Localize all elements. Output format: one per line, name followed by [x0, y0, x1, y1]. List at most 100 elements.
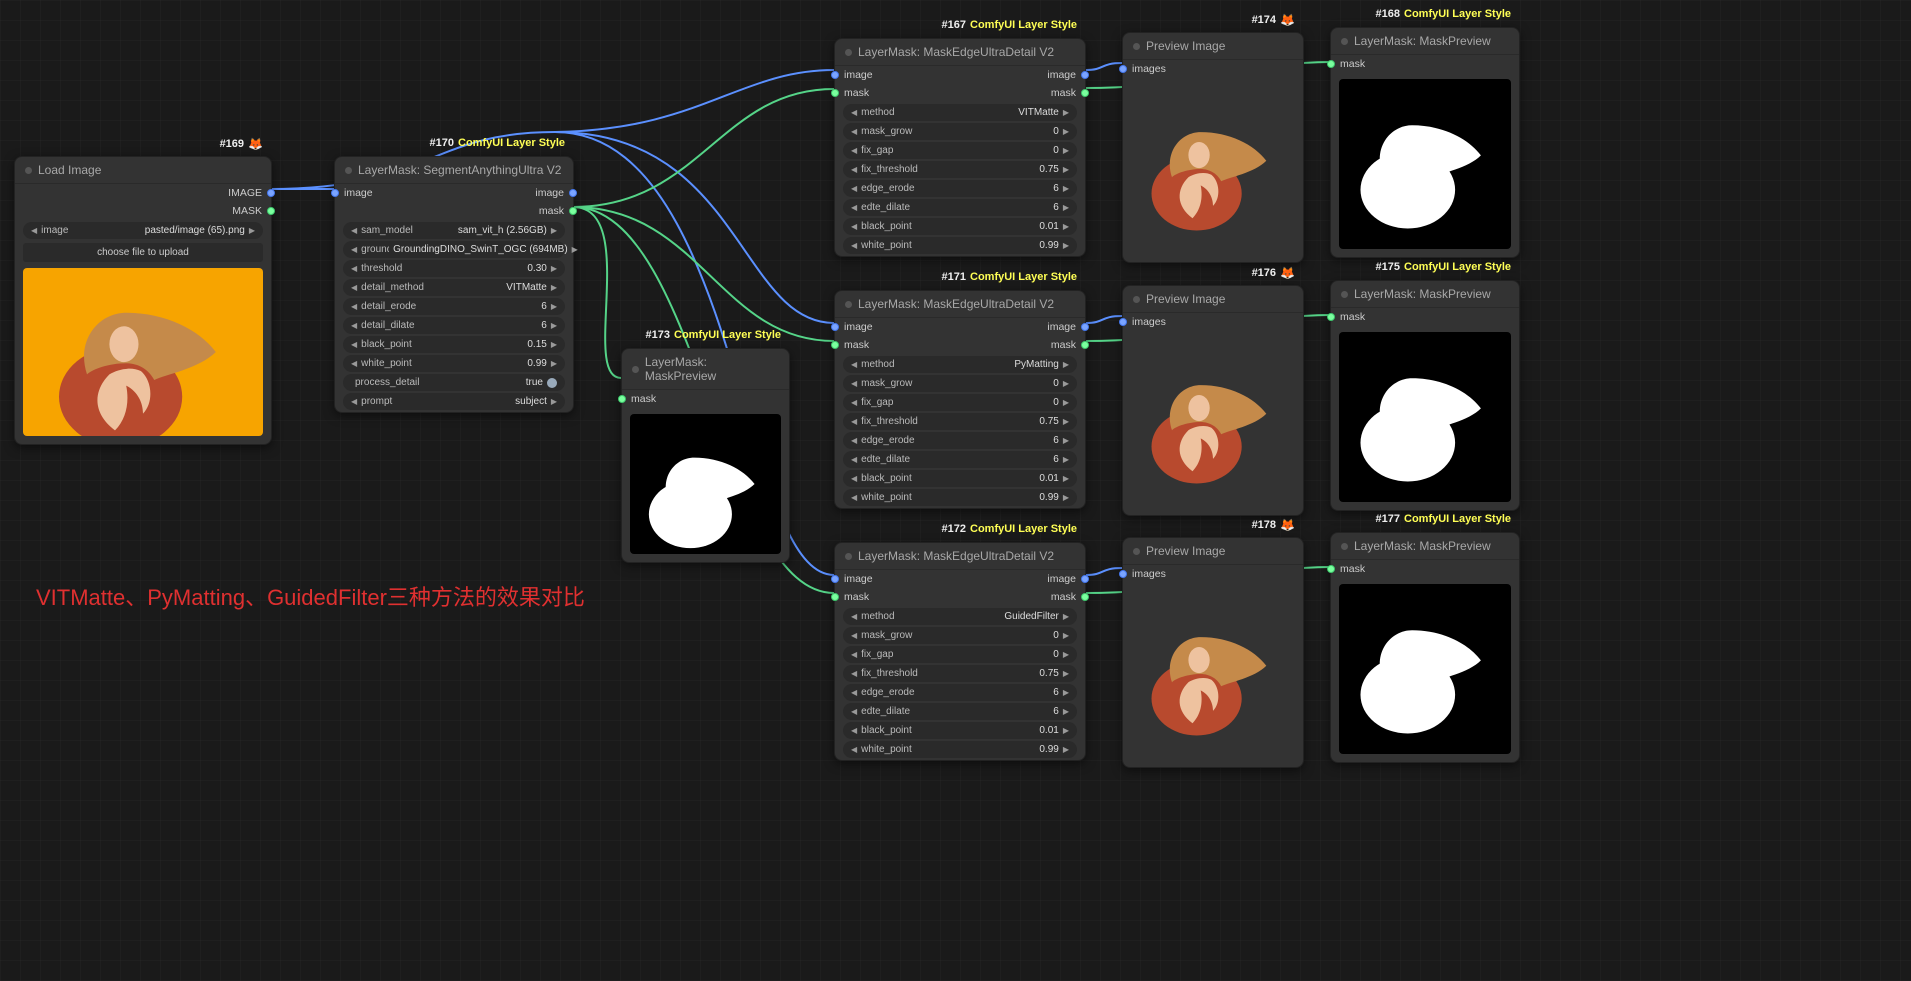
widget-edge_erode[interactable]: ◀edge_erode6▶ [843, 684, 1077, 701]
fox-icon: 🦊 [1280, 518, 1295, 532]
widget-edge_erode[interactable]: ◀edge_erode6▶ [843, 180, 1077, 197]
port-mask-in[interactable] [831, 593, 839, 601]
widget-edge_erode[interactable]: ◀edge_erode6▶ [843, 432, 1077, 449]
port-images-in[interactable] [1119, 570, 1127, 578]
port-image-in[interactable] [831, 323, 839, 331]
widget-black_point[interactable]: ◀black_point0.01▶ [843, 218, 1077, 235]
node-id-badge: #174🦊 [1252, 13, 1295, 27]
widget-mask_grow[interactable]: ◀mask_grow0▶ [843, 627, 1077, 644]
widget-method[interactable]: ◀methodGuidedFilter▶ [843, 608, 1077, 625]
widget-fix_gap[interactable]: ◀fix_gap0▶ [843, 142, 1077, 159]
widget-mask_grow[interactable]: ◀mask_grow0▶ [843, 123, 1077, 140]
node-title: LayerMask: MaskPreview [1354, 287, 1491, 301]
widget-edte_dilate[interactable]: ◀edte_dilate6▶ [843, 199, 1077, 216]
node-mask-edge-172[interactable]: #172 ComfyUI Layer Style LayerMask: Mask… [834, 542, 1086, 761]
node-segment-anything-ultra[interactable]: #170 ComfyUI Layer Style LayerMask: Segm… [334, 156, 574, 413]
node-preview-176[interactable]: #176🦊 Preview Image images [1122, 285, 1304, 516]
node-id-badge: #173 ComfyUI Layer Style [646, 329, 781, 341]
widget-black_point[interactable]: ◀black_point0.15▶ [343, 336, 565, 353]
widget-edte_dilate[interactable]: ◀edte_dilate6▶ [843, 451, 1077, 468]
port-image-out[interactable] [1081, 71, 1089, 79]
node-preview-178[interactable]: #178🦊 Preview Image images [1122, 537, 1304, 768]
preview-image [1131, 589, 1295, 759]
widget-fix_gap[interactable]: ◀fix_gap0▶ [843, 646, 1077, 663]
node-title: LayerMask: MaskEdgeUltraDetail V2 [858, 297, 1054, 311]
widget-white_point[interactable]: ◀white_point0.99▶ [843, 237, 1077, 254]
fox-icon: 🦊 [1280, 13, 1295, 27]
node-id-badge: #170 ComfyUI Layer Style [430, 137, 565, 149]
node-title: LayerMask: MaskPreview [1354, 34, 1491, 48]
widget-method[interactable]: ◀methodPyMatting▶ [843, 356, 1077, 373]
node-title: LayerMask: MaskEdgeUltraDetail V2 [858, 45, 1054, 59]
node-title: Preview Image [1146, 544, 1225, 558]
node-mask-preview-175[interactable]: #175 ComfyUI Layer Style LayerMask: Mask… [1330, 280, 1520, 511]
port-mask-out[interactable] [1081, 89, 1089, 97]
node-id-badge: #172 ComfyUI Layer Style [942, 523, 1077, 535]
node-mask-preview-177[interactable]: #177 ComfyUI Layer Style LayerMask: Mask… [1330, 532, 1520, 763]
port-images-in[interactable] [1119, 318, 1127, 326]
node-mask-preview-center[interactable]: #173 ComfyUI Layer Style LayerMask: Mask… [621, 348, 790, 563]
port-mask-in[interactable] [1327, 60, 1335, 68]
widget-fix_threshold[interactable]: ◀fix_threshold0.75▶ [843, 413, 1077, 430]
widget-grounding_dino_model[interactable]: ◀grounding_dino_modelGroundingDINO_SwinT… [343, 241, 565, 258]
node-mask-edge-167[interactable]: #167 ComfyUI Layer Style LayerMask: Mask… [834, 38, 1086, 257]
node-title: LayerMask: MaskEdgeUltraDetail V2 [858, 549, 1054, 563]
port-image-out[interactable] [1081, 575, 1089, 583]
port-images-in[interactable] [1119, 65, 1127, 73]
port-mask-out[interactable] [1081, 341, 1089, 349]
port-image-out[interactable] [1081, 323, 1089, 331]
port-mask-in[interactable] [831, 89, 839, 97]
widget-process_detail[interactable]: process_detailtrue [343, 374, 565, 391]
node-id-badge: #176🦊 [1252, 266, 1295, 280]
node-load-image[interactable]: #169🦊 Load Image IMAGE MASK ◀imagepasted… [14, 156, 272, 445]
preview-image [1131, 84, 1295, 254]
widget-method[interactable]: ◀methodVITMatte▶ [843, 104, 1077, 121]
port-image-out[interactable] [569, 189, 577, 197]
fox-icon: 🦊 [248, 137, 263, 151]
widget-black_point[interactable]: ◀black_point0.01▶ [843, 470, 1077, 487]
node-id-badge: #178🦊 [1252, 518, 1295, 532]
port-image-out[interactable] [267, 189, 275, 197]
widget-image-file[interactable]: ◀imagepasted/image (65).png▶ [23, 222, 263, 239]
widget-prompt[interactable]: ◀promptsubject▶ [343, 393, 565, 410]
port-mask-in[interactable] [618, 395, 626, 403]
widget-detail_erode[interactable]: ◀detail_erode6▶ [343, 298, 565, 315]
port-mask-out[interactable] [267, 207, 275, 215]
node-title: Preview Image [1146, 39, 1225, 53]
widget-detail_method[interactable]: ◀detail_methodVITMatte▶ [343, 279, 565, 296]
node-title: LayerMask: MaskPreview [645, 355, 779, 383]
port-image-in[interactable] [331, 189, 339, 197]
node-mask-preview-168[interactable]: #168 ComfyUI Layer Style LayerMask: Mask… [1330, 27, 1520, 258]
mask-preview-image [630, 414, 781, 554]
widget-mask_grow[interactable]: ◀mask_grow0▶ [843, 375, 1077, 392]
widget-fix_threshold[interactable]: ◀fix_threshold0.75▶ [843, 161, 1077, 178]
mask-preview-image [1339, 79, 1511, 249]
widget-fix_gap[interactable]: ◀fix_gap0▶ [843, 394, 1077, 411]
node-preview-174[interactable]: #174🦊 Preview Image images [1122, 32, 1304, 263]
widget-white_point[interactable]: ◀white_point0.99▶ [343, 355, 565, 372]
port-image-in[interactable] [831, 575, 839, 583]
annotation-text: VITMatte、PyMatting、GuidedFilter三种方法的效果对比 [36, 580, 585, 612]
port-image-in[interactable] [831, 71, 839, 79]
node-title: Load Image [38, 163, 101, 177]
node-mask-edge-171[interactable]: #171 ComfyUI Layer Style LayerMask: Mask… [834, 290, 1086, 509]
widget-sam_model[interactable]: ◀sam_modelsam_vit_h (2.56GB)▶ [343, 222, 565, 239]
upload-button[interactable]: choose file to upload [23, 243, 263, 262]
port-mask-in[interactable] [1327, 313, 1335, 321]
widget-threshold[interactable]: ◀threshold0.30▶ [343, 260, 565, 277]
node-id-badge: #169🦊 [220, 137, 263, 151]
port-mask-out[interactable] [1081, 593, 1089, 601]
mask-preview-image [1339, 584, 1511, 754]
widget-detail_dilate[interactable]: ◀detail_dilate6▶ [343, 317, 565, 334]
widget-edte_dilate[interactable]: ◀edte_dilate6▶ [843, 703, 1077, 720]
widget-fix_threshold[interactable]: ◀fix_threshold0.75▶ [843, 665, 1077, 682]
widget-white_point[interactable]: ◀white_point0.99▶ [843, 489, 1077, 506]
node-id-badge: #171 ComfyUI Layer Style [942, 271, 1077, 283]
node-id-badge: #167 ComfyUI Layer Style [942, 19, 1077, 31]
port-mask-out[interactable] [569, 207, 577, 215]
node-id-badge: #175 ComfyUI Layer Style [1376, 261, 1511, 273]
widget-white_point[interactable]: ◀white_point0.99▶ [843, 741, 1077, 758]
port-mask-in[interactable] [1327, 565, 1335, 573]
port-mask-in[interactable] [831, 341, 839, 349]
widget-black_point[interactable]: ◀black_point0.01▶ [843, 722, 1077, 739]
